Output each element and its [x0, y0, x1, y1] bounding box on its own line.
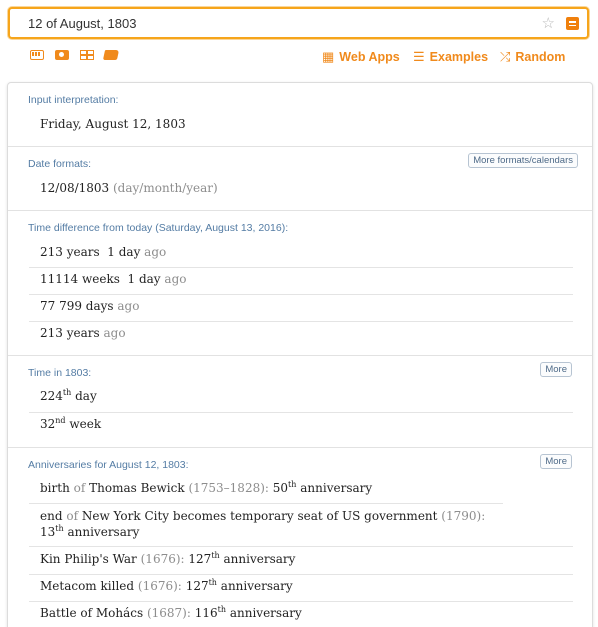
ordinal-suffix: nd — [55, 416, 66, 425]
date-format-value: 12/08/1803 — [40, 181, 110, 195]
anniversary-count: 13 — [40, 525, 56, 539]
anniversary-kind: birth — [40, 481, 70, 495]
more-button[interactable]: More — [540, 362, 572, 377]
table-icon[interactable] — [80, 50, 94, 60]
date-format-note: (day/month/year) — [113, 181, 218, 195]
anniversary-event: Battle of Mohács — [40, 606, 144, 620]
camera-icon[interactable] — [55, 50, 69, 60]
difference-value: 77 799 days — [40, 299, 114, 313]
more-formats-button[interactable]: More formats/calendars — [468, 153, 578, 168]
anniversary-kind: end — [40, 509, 63, 523]
anniversary-years: (1790): — [441, 509, 486, 523]
pod-input-interpretation: Input interpretation: Friday, August 12,… — [8, 83, 592, 147]
anniversary-years: (1676): — [140, 552, 185, 566]
row-divider — [29, 294, 573, 295]
input-value: Friday, August 12, 1803 — [40, 117, 186, 131]
row-divider — [29, 574, 573, 575]
pod-title: Time in 1803: — [28, 367, 92, 379]
difference-row: 213 years ago — [40, 326, 126, 340]
anniversary-years: (1676): — [137, 579, 182, 593]
ordinal-suffix: th — [211, 551, 220, 560]
anniversary-label: anniversary — [220, 579, 293, 593]
results-panel: Input interpretation: Friday, August 12,… — [7, 82, 593, 627]
ordinal-unit: day — [75, 389, 97, 403]
random-link[interactable]: ⤮ Random — [500, 49, 565, 65]
anniversary-row: Kin Philip's War (1676): 127th anniversa… — [40, 551, 296, 567]
row-divider — [29, 601, 573, 602]
ordinal-unit: week — [69, 417, 102, 431]
search-input[interactable]: 12 of August, 1803 — [28, 16, 136, 31]
ordinal-suffix: th — [62, 388, 72, 397]
anniversary-count: 50 — [272, 481, 289, 495]
examples-link[interactable]: ☰ Examples — [413, 49, 488, 65]
star-icon[interactable]: ☆ — [542, 14, 555, 32]
pod-date-formats: Date formats: More formats/calendars 12/… — [8, 147, 592, 211]
anniversary-label: anniversary — [223, 552, 296, 566]
shuffle-icon: ⤮ — [500, 49, 511, 64]
anniversary-event: New York City becomes temporary seat of … — [81, 509, 438, 523]
pod-title: Input interpretation: — [28, 94, 119, 106]
anniversary-row: Metacom killed (1676): 127th anniversary — [40, 578, 293, 594]
anniversary-of: of — [73, 481, 86, 495]
difference-suffix: ago — [103, 326, 126, 340]
difference-value: 11114 weeks 1 day — [40, 272, 161, 286]
grid-icon: ▦ — [322, 49, 335, 64]
anniversary-count: 127 — [185, 579, 209, 593]
pod-time-in-year: Time in 1803: More 224th day 32nd week — [8, 356, 592, 448]
row-divider — [29, 267, 573, 268]
search-bar[interactable]: 12 of August, 1803 ☆ — [8, 7, 589, 39]
time-in-year-row: 224th day — [40, 388, 97, 404]
pod-title: Date formats: — [28, 158, 92, 170]
ordinal-suffix: th — [288, 480, 297, 489]
anniversary-event: Thomas Bewick — [89, 481, 185, 495]
anniversary-of: of — [66, 509, 79, 523]
ordinal-suffix: th — [217, 605, 227, 614]
examples-label: Examples — [429, 50, 489, 64]
more-button[interactable]: More — [540, 454, 572, 469]
anniversary-row: end of New York City becomes temporary s… — [40, 508, 510, 540]
difference-suffix: ago — [117, 299, 140, 313]
anniversary-label: anniversary — [229, 606, 302, 620]
list-icon: ☰ — [413, 49, 425, 64]
time-in-year-row: 32nd week — [40, 416, 102, 432]
folder-icon[interactable] — [102, 50, 120, 60]
difference-suffix: ago — [144, 245, 167, 259]
difference-value: 213 years — [40, 326, 100, 340]
anniversary-count: 127 — [188, 552, 212, 566]
row-divider — [29, 321, 573, 322]
pod-time-difference: Time difference from today (Saturday, Au… — [8, 211, 592, 356]
anniversary-label: anniversary — [67, 525, 140, 539]
anniversary-event: Metacom killed — [40, 579, 135, 593]
anniversary-years: (1753–1828): — [188, 481, 269, 495]
difference-value: 213 years 1 day — [40, 245, 141, 259]
keyboard-icon[interactable] — [30, 50, 44, 60]
web-apps-label: Web Apps — [339, 50, 400, 64]
difference-suffix: ago — [164, 272, 187, 286]
row-divider — [29, 503, 503, 504]
difference-row: 213 years 1 day ago — [40, 245, 166, 259]
anniversary-row: Battle of Mohács (1687): 116th anniversa… — [40, 605, 302, 621]
random-label: Random — [515, 50, 566, 64]
pod-title: Anniversaries for August 12, 1803: — [28, 459, 189, 471]
submit-icon[interactable] — [566, 17, 579, 30]
anniversary-row: birth of Thomas Bewick (1753–1828): 50th… — [40, 480, 373, 496]
ordinal-suffix: th — [208, 578, 217, 587]
ordinal-number: 32 — [40, 417, 56, 431]
row-divider — [29, 412, 573, 413]
row-divider — [29, 546, 573, 547]
web-apps-link[interactable]: ▦ Web Apps — [322, 49, 400, 65]
pod-anniversaries: Anniversaries for August 12, 1803: More … — [8, 448, 592, 627]
anniversary-count: 116 — [194, 606, 218, 620]
toolbar: ▦ Web Apps ☰ Examples ⤮ Random — [0, 46, 598, 68]
ordinal-number: 224 — [40, 389, 63, 403]
difference-row: 11114 weeks 1 day ago — [40, 272, 186, 286]
anniversary-label: anniversary — [300, 481, 373, 495]
difference-row: 77 799 days ago — [40, 299, 139, 313]
ordinal-suffix: th — [55, 524, 64, 533]
pod-title: Time difference from today (Saturday, Au… — [28, 222, 289, 234]
date-format-row: 12/08/1803 (day/month/year) — [40, 181, 218, 195]
anniversary-event: Kin Philip's War — [40, 552, 137, 566]
anniversary-years: (1687): — [146, 606, 191, 620]
